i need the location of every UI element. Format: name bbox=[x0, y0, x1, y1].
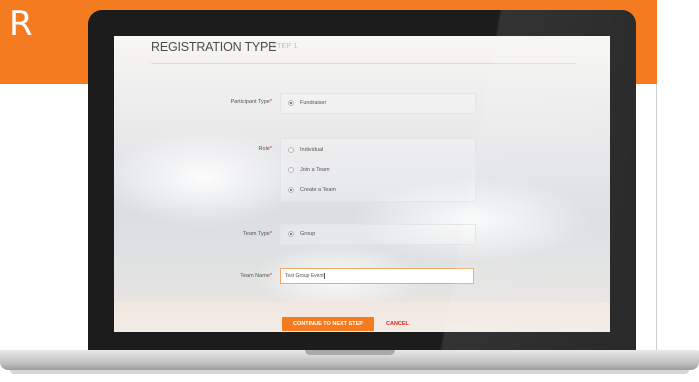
required-marker: * bbox=[269, 99, 272, 105]
radio-group[interactable]: Group bbox=[288, 231, 315, 237]
slide-letter: R bbox=[9, 4, 33, 44]
team-type-label: Team Type* bbox=[132, 231, 272, 237]
required-marker: * bbox=[269, 273, 272, 279]
required-marker: * bbox=[269, 231, 272, 237]
radio-unchecked-icon[interactable] bbox=[288, 167, 294, 173]
radio-checked-icon[interactable] bbox=[288, 187, 294, 193]
role-options: Individual Join a Team Create a Team bbox=[280, 138, 476, 202]
laptop-foot bbox=[10, 370, 689, 374]
radio-checked-icon[interactable] bbox=[288, 100, 294, 106]
radio-label: Join a Team bbox=[300, 167, 330, 173]
participant-type-label-text: Participant Type bbox=[230, 99, 270, 105]
step-indicator: STEP 1 bbox=[272, 43, 298, 50]
team-name-label-text: Team Name bbox=[240, 273, 270, 279]
title-divider bbox=[151, 63, 576, 64]
laptop-screen: REGISTRATION TYPE STEP 1 Participant Typ… bbox=[114, 36, 610, 332]
laptop-notch bbox=[305, 350, 395, 355]
cancel-button[interactable]: CANCEL bbox=[386, 317, 409, 331]
required-marker: * bbox=[269, 146, 272, 152]
radio-label: Create a Team bbox=[300, 187, 336, 193]
participant-type-label: Participant Type* bbox=[132, 99, 272, 105]
text-cursor bbox=[323, 272, 325, 279]
team-type-label-text: Team Type bbox=[243, 231, 270, 237]
participant-type-options: Fundraiser bbox=[280, 93, 476, 114]
radio-label: Individual bbox=[300, 147, 324, 153]
divider-line bbox=[656, 84, 657, 352]
page-title: REGISTRATION TYPE bbox=[151, 40, 277, 54]
radio-checked-icon[interactable] bbox=[288, 231, 294, 237]
team-name-input[interactable]: Test Group Event bbox=[280, 268, 474, 284]
radio-individual[interactable]: Individual bbox=[288, 147, 323, 153]
header-band-gap bbox=[657, 0, 699, 84]
continue-button[interactable]: CONTINUE TO NEXT STEP bbox=[282, 317, 374, 331]
radio-label: Fundraiser bbox=[300, 100, 327, 106]
radio-create-a-team[interactable]: Create a Team bbox=[288, 187, 336, 193]
radio-unchecked-icon[interactable] bbox=[288, 147, 294, 153]
role-label: Role* bbox=[132, 146, 272, 152]
team-name-value: Test Group Event bbox=[285, 273, 324, 279]
role-label-text: Role bbox=[258, 146, 270, 152]
team-name-label: Team Name* bbox=[132, 273, 272, 279]
team-type-options: Group bbox=[280, 224, 476, 245]
radio-join-a-team[interactable]: Join a Team bbox=[288, 167, 330, 173]
radio-fundraiser[interactable]: Fundraiser bbox=[288, 100, 326, 106]
radio-label: Group bbox=[300, 231, 316, 237]
